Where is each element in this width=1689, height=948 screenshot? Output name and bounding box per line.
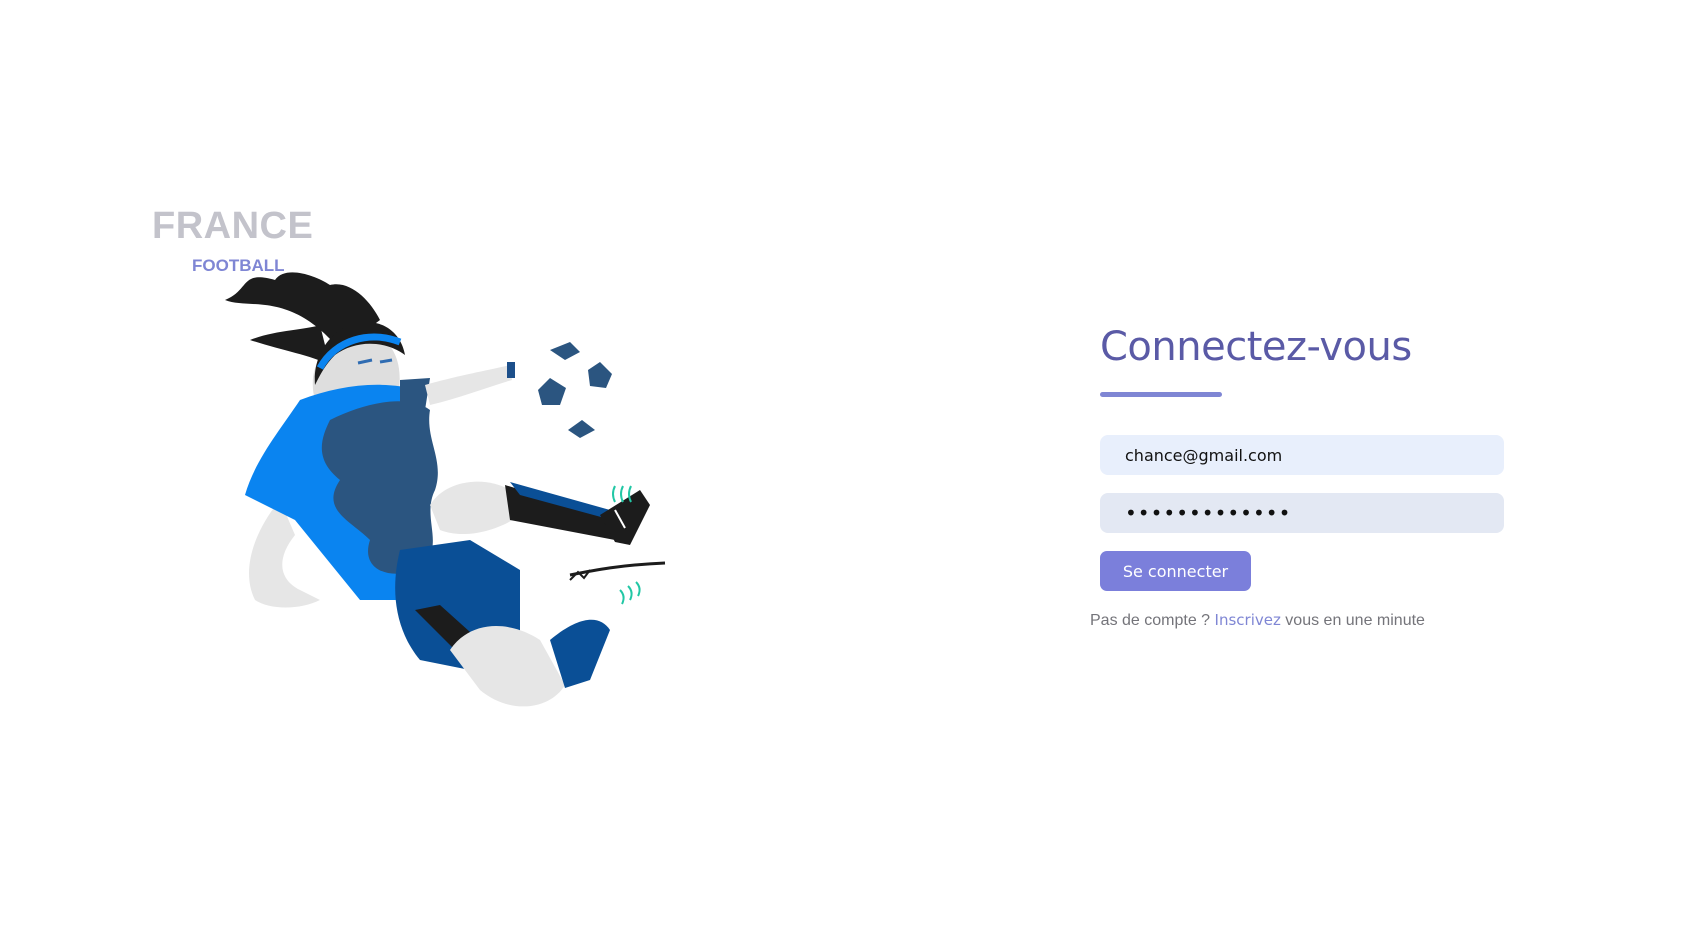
signup-prefix: Pas de compte ? xyxy=(1090,612,1211,629)
password-field[interactable] xyxy=(1100,493,1504,533)
brand-title: FRANCE xyxy=(152,205,314,247)
signup-suffix: vous en une minute xyxy=(1285,612,1425,629)
signup-prompt: Pas de compte ? Inscrivez vous en une mi… xyxy=(1090,611,1504,630)
login-form: Connectez-vous Se connecter Pas de compt… xyxy=(1090,322,1504,630)
login-title: Connectez-vous xyxy=(1100,324,1412,370)
email-field[interactable] xyxy=(1100,435,1504,475)
signup-link[interactable]: Inscrivez xyxy=(1215,611,1281,629)
soccer-player-illustration xyxy=(225,272,666,707)
login-page: FRANCE FOOTBALL Connectez-vous chance@gm… xyxy=(0,0,1689,948)
title-underline xyxy=(1100,392,1222,397)
login-button[interactable]: Se connecter xyxy=(1100,551,1251,591)
brand-logo: FRANCE FOOTBALL xyxy=(152,204,314,275)
